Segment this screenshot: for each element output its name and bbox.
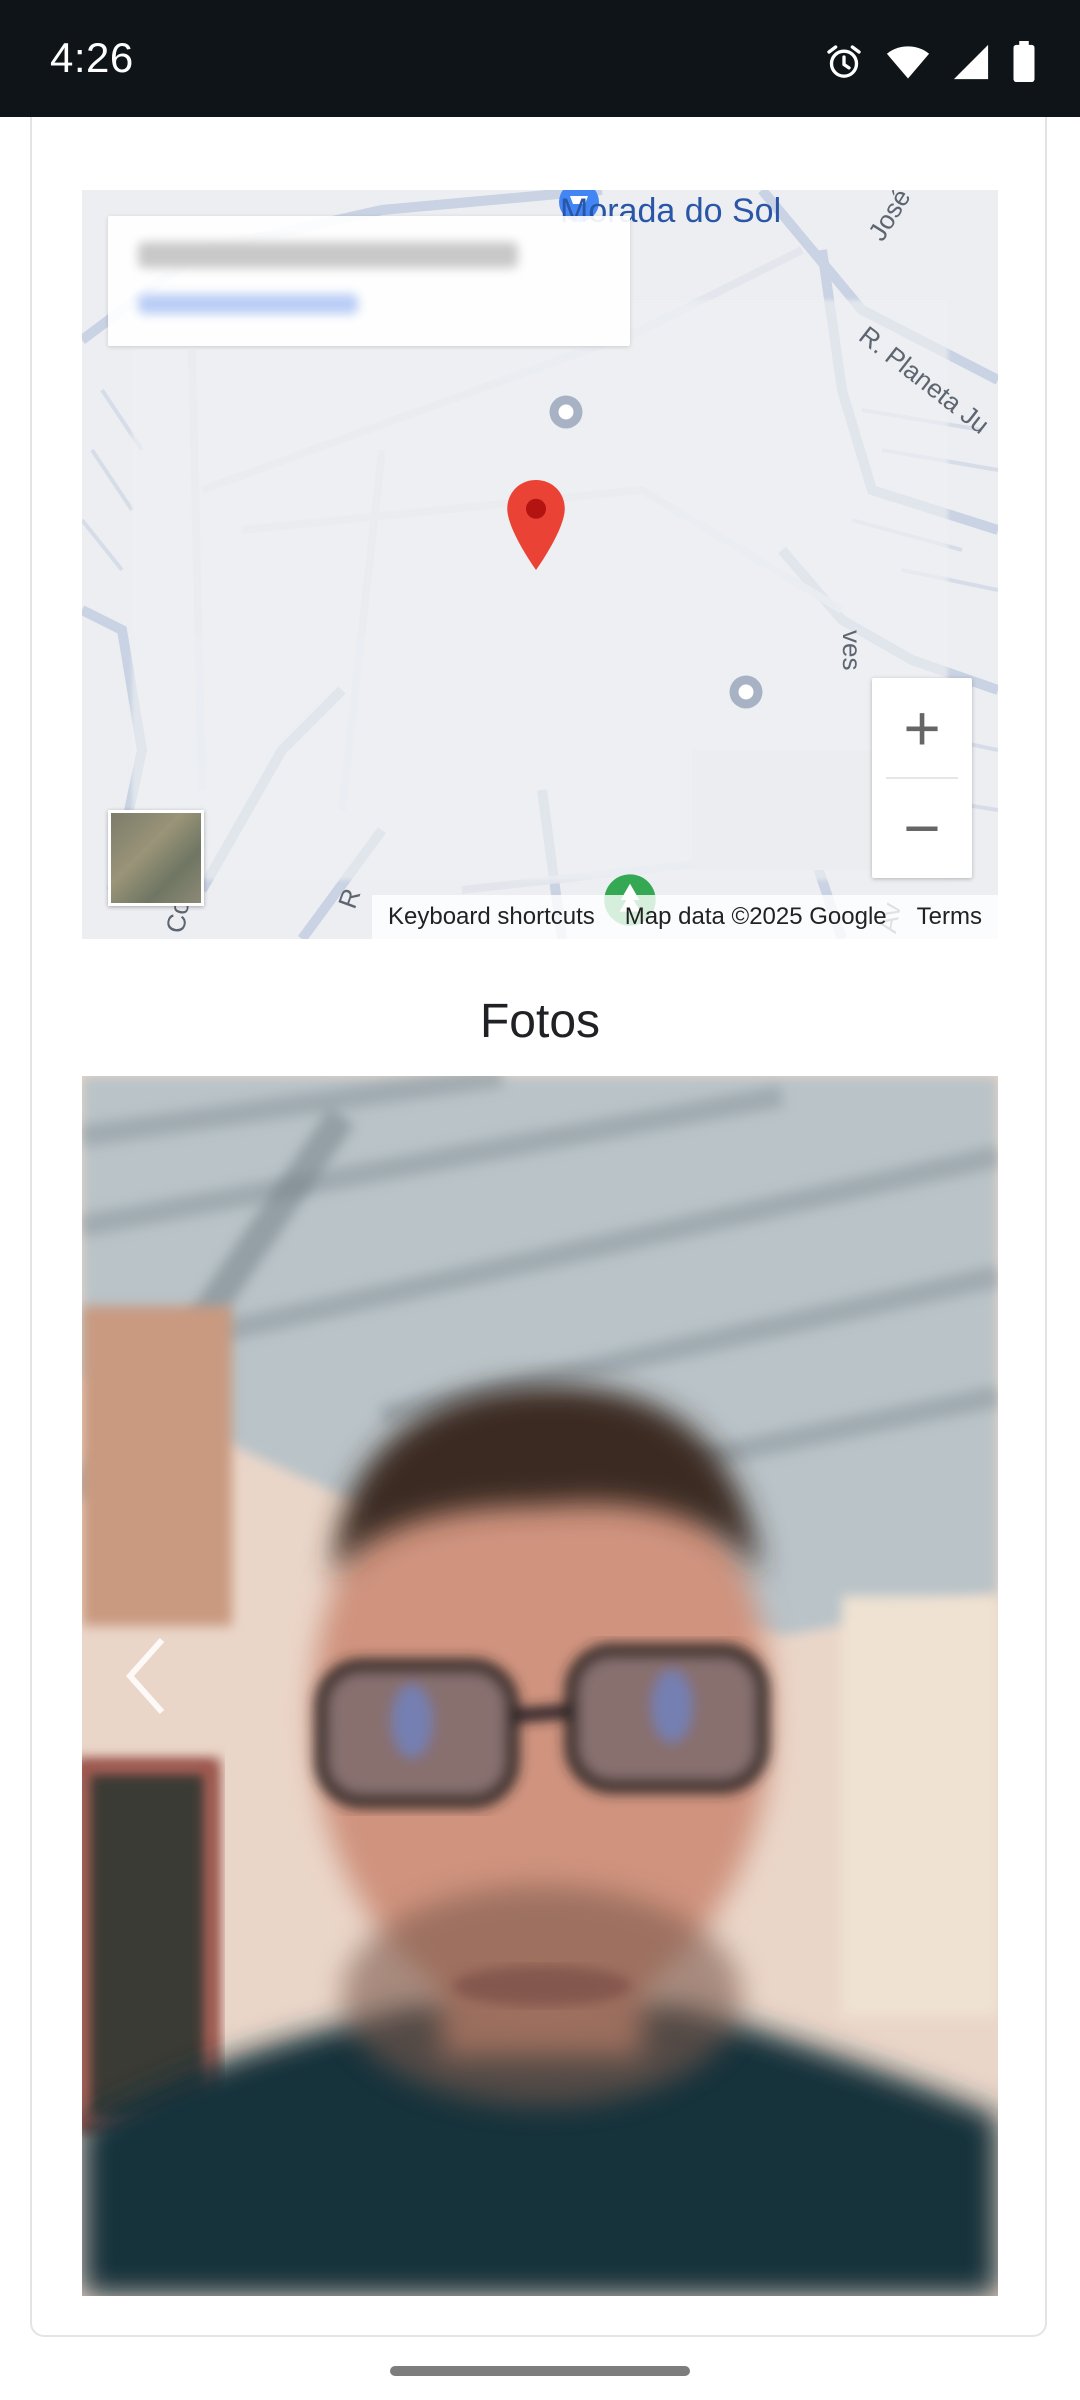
terms-link[interactable]: Terms bbox=[917, 903, 982, 931]
status-time: 4:26 bbox=[50, 34, 134, 81]
photo-image bbox=[82, 1076, 998, 2296]
battery-icon bbox=[1012, 41, 1036, 83]
map-info-box[interactable] bbox=[108, 216, 630, 346]
map-zoom-control: + − bbox=[872, 678, 972, 878]
map-data-attribution: Map data ©2025 Google bbox=[624, 903, 887, 930]
home-indicator[interactable] bbox=[390, 2366, 690, 2376]
photo-carousel[interactable] bbox=[82, 1076, 998, 2296]
map-blurred-overlay bbox=[132, 300, 948, 880]
keyboard-shortcuts-link[interactable]: Keyboard shortcuts bbox=[388, 903, 595, 931]
map-poi-icon[interactable] bbox=[548, 394, 584, 435]
zoom-in-button[interactable]: + bbox=[872, 678, 972, 778]
chevron-left-icon[interactable] bbox=[124, 1636, 168, 1735]
photos-section-title: Fotos bbox=[479, 995, 601, 1048]
map-attribution-bar: Keyboard shortcuts Map data ©2025 Google… bbox=[372, 895, 998, 939]
map-embed[interactable]: Morada do Sol José de A R. Planeta Ju ve… bbox=[82, 190, 998, 939]
location-pin-icon[interactable] bbox=[506, 480, 566, 575]
zoom-out-button[interactable]: − bbox=[872, 778, 972, 878]
map-street-label: ves bbox=[837, 630, 867, 671]
status-bar: 4:26 bbox=[0, 0, 1080, 117]
alarm-icon bbox=[824, 42, 864, 82]
map-address-blurred bbox=[138, 242, 518, 268]
status-icons bbox=[824, 40, 1036, 84]
cell-signal-icon bbox=[952, 43, 990, 81]
map-poi-icon[interactable] bbox=[728, 674, 764, 715]
satellite-toggle-button[interactable] bbox=[108, 810, 204, 906]
view-larger-map-link[interactable] bbox=[138, 294, 358, 314]
wifi-icon bbox=[886, 42, 930, 82]
